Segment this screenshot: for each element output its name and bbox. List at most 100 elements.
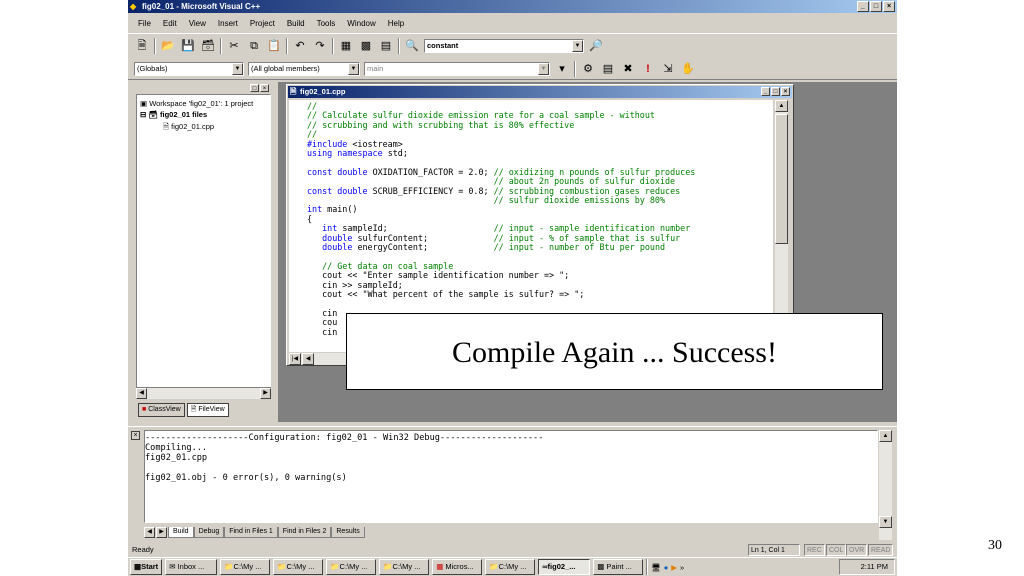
workspace-hscroll[interactable]: ◀ ▶ xyxy=(136,387,271,399)
tab-scroll-right-icon[interactable]: ▶ xyxy=(156,527,167,538)
chevron-down-icon[interactable]: ▼ xyxy=(232,62,243,75)
window-controls: _ □ × xyxy=(857,1,895,12)
toolbar-separator xyxy=(154,38,156,54)
taskbar-button-powerpoint[interactable]: ▦ Micros... xyxy=(432,559,483,575)
pane-close-icon[interactable]: × xyxy=(260,84,269,92)
class-combo[interactable]: (Globals) ▼ xyxy=(134,61,244,76)
tab-scroll-left-icon[interactable]: ◀ xyxy=(144,527,155,538)
output-line: fig02_01.cpp xyxy=(145,453,208,463)
quicklaunch-separator xyxy=(646,559,649,575)
tab-fileview-label: FileView xyxy=(198,406,225,413)
tree-file-node[interactable]: 🗎 fig02_01.cpp xyxy=(163,121,214,134)
menu-insert[interactable]: Insert xyxy=(216,19,240,28)
maximize-button[interactable]: □ xyxy=(870,1,882,12)
menu-project[interactable]: Project xyxy=(248,19,277,28)
scroll-left-icon[interactable]: ◀ xyxy=(136,388,147,399)
menu-edit[interactable]: Edit xyxy=(161,19,179,28)
minimize-button[interactable]: _ xyxy=(857,1,869,12)
editor-maximize-button[interactable]: □ xyxy=(771,87,780,96)
media-icon[interactable]: ▶ xyxy=(671,563,677,572)
tab-classview[interactable]: ■ ClassView xyxy=(138,403,185,417)
scroll-up-icon[interactable]: ▲ xyxy=(775,100,788,112)
workspace-icon: ▣ xyxy=(140,99,148,108)
status-rec: REC xyxy=(804,544,825,556)
tab-find-in-files-2[interactable]: Find in Files 2 xyxy=(277,527,332,538)
paste-icon[interactable]: 📋 xyxy=(266,38,282,54)
tab-find-in-files-1[interactable]: Find in Files 1 xyxy=(224,527,278,538)
taskbar-button-inbox[interactable]: ✉ Inbox ... xyxy=(165,559,218,575)
tree-project-node[interactable]: ⊟ 🗃 fig02_01 files xyxy=(140,110,207,119)
menu-help[interactable]: Help xyxy=(386,19,406,28)
close-button[interactable]: × xyxy=(883,1,895,12)
cut-icon[interactable]: ✂ xyxy=(226,38,242,54)
taskbar-button-explorer-1[interactable]: 📁C:\My ... xyxy=(220,559,271,575)
find-icon[interactable]: 🔎 xyxy=(588,38,604,54)
browser-icon[interactable]: ● xyxy=(664,563,669,572)
editor-title: fig02_01.cpp xyxy=(300,87,346,96)
stop-build-icon[interactable]: ✖ xyxy=(620,61,636,77)
copy-icon[interactable]: ⧉ xyxy=(246,38,262,54)
taskbar-label: C:\My ... xyxy=(392,562,421,571)
output-vscroll[interactable]: ▲ ▼ xyxy=(879,430,892,540)
taskbar-button-paint[interactable]: ▩ Paint ... xyxy=(593,559,644,575)
taskbar-button-visual-cpp[interactable]: ∞fig02_... xyxy=(538,559,591,575)
find-combo[interactable]: constant ▼ xyxy=(424,39,584,53)
save-all-icon[interactable]: 🗃 xyxy=(200,38,216,54)
execute-icon[interactable]: ! xyxy=(640,61,656,77)
scroll-down-icon[interactable]: ▼ xyxy=(879,516,892,528)
editor-close-button[interactable]: × xyxy=(781,87,790,96)
save-icon[interactable]: 💾 xyxy=(180,38,196,54)
taskbar-button-explorer-4[interactable]: 📁C:\My ... xyxy=(379,559,430,575)
scroll-up-icon[interactable]: ▲ xyxy=(879,430,892,442)
scroll-left-icon[interactable]: |◀ xyxy=(289,353,301,365)
menu-window[interactable]: Window xyxy=(345,19,377,28)
desktop-icon[interactable]: 🖥 xyxy=(651,563,661,572)
tree-workspace-root[interactable]: ▣ Workspace 'fig02_01': 1 project xyxy=(140,99,253,108)
tab-results[interactable]: Results xyxy=(331,527,365,538)
chevron-down-icon[interactable]: ▼ xyxy=(538,62,549,75)
taskbar-button-explorer-5[interactable]: 📁C:\My ... xyxy=(485,559,536,575)
menu-build[interactable]: Build xyxy=(285,19,307,28)
pane-restore-icon[interactable]: □ xyxy=(250,84,259,92)
scroll-right-icon[interactable]: ▶ xyxy=(260,388,271,399)
open-folder-icon[interactable]: 📂 xyxy=(160,38,176,54)
scroll-left-icon[interactable]: ◀ xyxy=(302,353,314,365)
editor-hscroll[interactable]: |◀ ◀ xyxy=(289,353,349,365)
tab-build[interactable]: Build xyxy=(168,527,194,538)
new-file-icon[interactable]: 🗎 xyxy=(134,38,150,54)
taskbar-label: C:\My ... xyxy=(286,562,315,571)
chevron-down-icon[interactable]: ▼ xyxy=(572,40,583,52)
build-output[interactable]: --------------------Configuration: fig02… xyxy=(144,430,878,523)
toolbar-separator xyxy=(574,60,576,77)
find-in-files-icon[interactable]: 🔍 xyxy=(404,38,420,54)
output-window-icon[interactable]: ▩ xyxy=(358,38,374,54)
menu-view[interactable]: View xyxy=(187,19,208,28)
code-line: cout << "What percent of the sample is s… xyxy=(307,289,585,300)
member-combo[interactable]: main ▼ xyxy=(364,61,550,76)
output-tabs: ◀ ▶ Build Debug Find in Files 1 Find in … xyxy=(144,527,365,538)
collapse-icon[interactable]: ⊟ xyxy=(140,110,146,119)
window-list-icon[interactable]: ▤ xyxy=(378,38,394,54)
taskbar-button-explorer-3[interactable]: 📁C:\My ... xyxy=(326,559,377,575)
go-icon[interactable]: ⇲ xyxy=(660,61,676,77)
redo-icon[interactable]: ↷ xyxy=(312,38,328,54)
build-icon[interactable]: ▤ xyxy=(600,61,616,77)
taskbar-button-explorer-2[interactable]: 📁C:\My ... xyxy=(273,559,324,575)
menu-file[interactable]: File xyxy=(136,19,153,28)
start-button[interactable]: ▦Start xyxy=(130,559,163,575)
output-close-icon[interactable]: × xyxy=(131,431,140,440)
scroll-thumb[interactable] xyxy=(775,114,788,244)
breakpoint-hand-icon[interactable]: ✋ xyxy=(680,61,696,77)
compile-icon[interactable]: ⚙ xyxy=(580,61,596,77)
filter-combo-value: (All global members) xyxy=(251,63,320,73)
more-icon[interactable]: » xyxy=(680,563,684,572)
editor-minimize-button[interactable]: _ xyxy=(761,87,770,96)
undo-icon[interactable]: ↶ xyxy=(292,38,308,54)
workspace-icon[interactable]: ▦ xyxy=(338,38,354,54)
menu-tools[interactable]: Tools xyxy=(315,19,338,28)
filter-combo[interactable]: (All global members) ▼ xyxy=(248,61,360,76)
tab-debug[interactable]: Debug xyxy=(193,527,225,538)
tab-fileview[interactable]: 🗎 FileView xyxy=(186,403,229,417)
wizard-actions-icon[interactable]: ▾ xyxy=(554,61,570,77)
chevron-down-icon[interactable]: ▼ xyxy=(348,62,359,75)
